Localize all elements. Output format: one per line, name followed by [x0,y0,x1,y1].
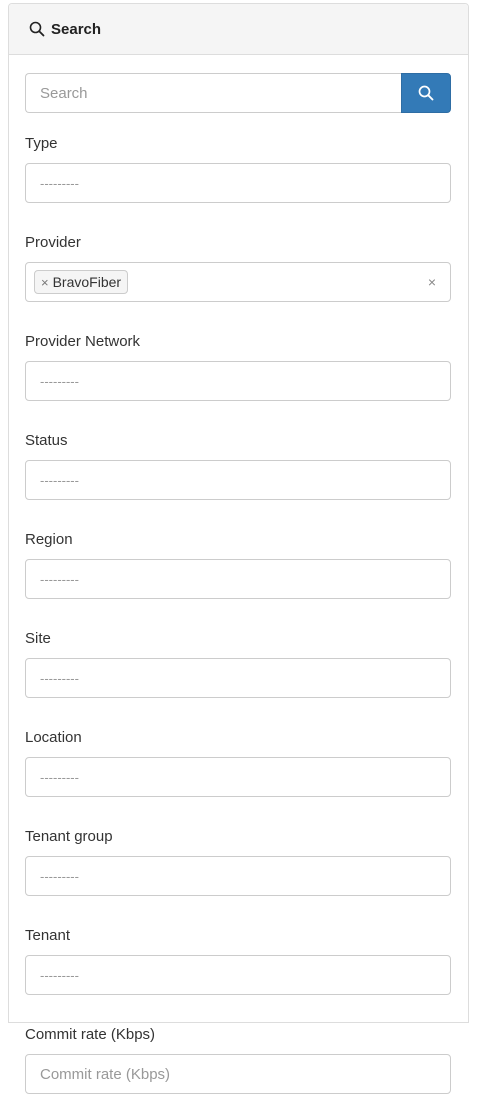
field-type: Type --------- [25,134,452,203]
tenant-placeholder: --------- [40,967,79,983]
search-icon [418,85,434,101]
region-select[interactable]: --------- [25,559,451,599]
search-panel: Search Type --------- Provider [8,3,469,1094]
tenant-select[interactable]: --------- [25,955,451,995]
tenant-group-select[interactable]: --------- [25,856,451,896]
search-input[interactable] [25,73,401,113]
field-site: Site --------- [25,629,452,698]
field-provider-network: Provider Network --------- [25,332,452,401]
clear-icon[interactable]: × [428,274,436,290]
field-label-site: Site [25,630,51,647]
status-placeholder: --------- [40,472,79,488]
field-label-tenant: Tenant [25,927,71,944]
provider-network-select[interactable]: --------- [25,361,451,401]
panel-title: Search [51,20,102,38]
commit-rate-input[interactable] [25,1054,451,1094]
type-placeholder: --------- [40,175,79,191]
search-form: Type --------- Provider × BravoFiber × P… [9,55,468,1094]
selected-tag-provider: × BravoFiber [34,270,129,294]
field-location: Location --------- [25,728,452,797]
field-label-type: Type [25,135,58,152]
field-label-location: Location [25,729,82,746]
site-placeholder: --------- [40,670,79,686]
location-select[interactable]: --------- [25,757,451,797]
field-label-provider-network: Provider Network [25,333,141,350]
panel-heading: Search [9,4,468,55]
provider-network-placeholder: --------- [40,373,79,389]
field-label-status: Status [25,432,68,449]
field-label-region: Region [25,531,73,548]
site-select[interactable]: --------- [25,658,451,698]
tag-remove-icon[interactable]: × [41,275,49,290]
tag-label: BravoFiber [52,274,122,290]
location-placeholder: --------- [40,769,79,785]
field-tenant-group: Tenant group --------- [25,827,452,896]
field-label-commit-rate: Commit rate (Kbps) [25,1026,156,1043]
status-select[interactable]: --------- [25,460,451,500]
tenant-group-placeholder: --------- [40,868,79,884]
search-icon [29,21,45,37]
type-select[interactable]: --------- [25,163,451,203]
field-label-tenant-group: Tenant group [25,828,113,845]
field-provider: Provider × BravoFiber × [25,233,452,302]
search-group [25,73,451,113]
field-label-provider: Provider [25,234,81,251]
field-status: Status --------- [25,431,452,500]
search-button[interactable] [401,73,451,113]
field-region: Region --------- [25,530,452,599]
region-placeholder: --------- [40,571,79,587]
provider-select[interactable]: × BravoFiber × [25,262,451,302]
field-tenant: Tenant --------- [25,926,452,995]
field-commit-rate: Commit rate (Kbps) [25,1025,452,1094]
